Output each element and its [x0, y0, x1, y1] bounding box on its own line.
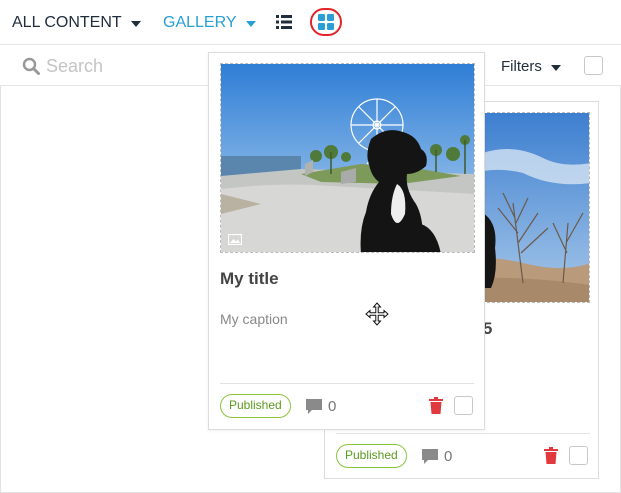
gallery-dropdown[interactable]: GALLERY: [163, 13, 256, 33]
list-view-icon: [276, 15, 292, 29]
comment-count-value: 0: [328, 398, 337, 415]
card-select-checkbox[interactable]: [569, 446, 588, 465]
card-select-checkbox[interactable]: [454, 396, 473, 415]
trash-icon[interactable]: [429, 397, 443, 414]
comment-count[interactable]: 0: [421, 448, 452, 465]
image-type-icon: [228, 234, 242, 245]
grid-view-icon: [318, 14, 334, 30]
select-all-checkbox[interactable]: [584, 56, 603, 75]
comment-count-value: 0: [444, 448, 453, 465]
chevron-down-icon: [245, 21, 256, 27]
search-input[interactable]: [46, 53, 196, 79]
filters-label: Filters: [501, 58, 542, 75]
comment-count[interactable]: 0: [305, 398, 336, 415]
gallery-label: GALLERY: [163, 14, 237, 31]
all-content-dropdown[interactable]: ALL CONTENT: [12, 13, 141, 33]
all-content-label: ALL CONTENT: [12, 14, 122, 31]
search-icon: [22, 57, 40, 75]
list-view-button[interactable]: [276, 14, 292, 30]
gallery-card[interactable]: My title My caption Published 0: [208, 52, 485, 430]
comment-icon: [306, 399, 322, 414]
comment-icon: [422, 449, 438, 464]
card-title[interactable]: My title: [220, 269, 279, 289]
status-badge: Published: [336, 444, 407, 468]
grid-view-button[interactable]: [310, 8, 342, 36]
trash-icon[interactable]: [544, 447, 558, 464]
move-cursor-icon: [365, 302, 389, 326]
dog-photo: [221, 64, 474, 252]
chevron-down-icon: [130, 21, 141, 27]
card-thumbnail[interactable]: [220, 63, 475, 253]
status-badge: Published: [220, 394, 291, 418]
card-caption: My caption: [220, 311, 288, 327]
filters-dropdown[interactable]: Filters: [501, 58, 561, 75]
card-divider: [220, 383, 474, 384]
chevron-down-icon: [550, 64, 561, 71]
top-toolbar: ALL CONTENT GALLERY: [0, 0, 621, 45]
card-divider: [336, 433, 590, 434]
